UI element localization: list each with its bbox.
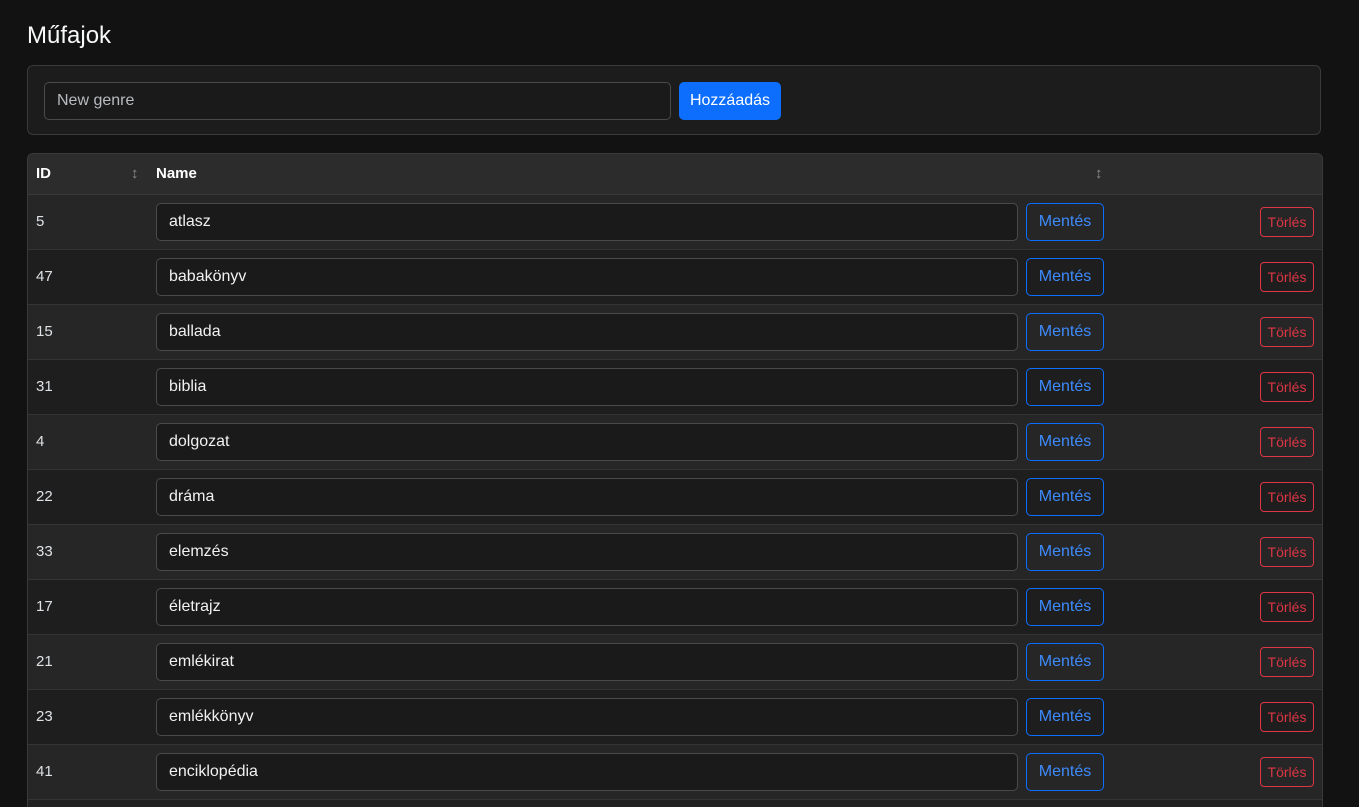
genres-page: Műfajok Hozzáadás ID ↕ Name ↕ 5 Mentés Tör…: [0, 0, 1359, 807]
genre-id: 5: [36, 213, 45, 230]
add-genre-button[interactable]: Hozzáadás: [679, 82, 781, 120]
genre-id: 47: [36, 268, 53, 285]
genre-name-input[interactable]: [156, 698, 1018, 736]
genre-id: 23: [36, 708, 53, 725]
save-button[interactable]: Mentés: [1026, 698, 1104, 736]
page-title: Műfajok: [27, 22, 112, 49]
save-button[interactable]: Mentés: [1026, 478, 1104, 516]
genre-name-input[interactable]: [156, 368, 1018, 406]
delete-button[interactable]: Törlés: [1260, 317, 1314, 347]
delete-button[interactable]: Törlés: [1260, 757, 1314, 787]
genre-id: 31: [36, 378, 53, 395]
genre-id: 17: [36, 598, 53, 615]
delete-button[interactable]: Törlés: [1260, 262, 1314, 292]
save-button[interactable]: Mentés: [1026, 258, 1104, 296]
genre-name-input[interactable]: [156, 753, 1018, 791]
table-header: ID ↕ Name ↕: [28, 154, 1322, 195]
genre-id: 4: [36, 433, 45, 450]
delete-button[interactable]: Törlés: [1260, 647, 1314, 677]
table-row: 21 Mentés Törlés: [28, 635, 1322, 690]
table-row: 22 Mentés Törlés: [28, 470, 1322, 525]
table-row: 41 Mentés Törlés: [28, 745, 1322, 800]
save-button[interactable]: Mentés: [1026, 313, 1104, 351]
genre-name-input[interactable]: [156, 423, 1018, 461]
genre-id: 41: [36, 763, 53, 780]
delete-button[interactable]: Törlés: [1260, 427, 1314, 457]
delete-button[interactable]: Törlés: [1260, 482, 1314, 512]
genre-name-input[interactable]: [156, 533, 1018, 571]
delete-button[interactable]: Törlés: [1260, 592, 1314, 622]
save-button[interactable]: Mentés: [1026, 643, 1104, 681]
column-header-id: ID: [36, 165, 51, 182]
table-row: 23 Mentés Törlés: [28, 690, 1322, 745]
genres-table: ID ↕ Name ↕ 5MentésTörlés47MentésTörlés1…: [27, 153, 1323, 807]
table-row: 31 Mentés Törlés: [28, 360, 1322, 415]
genre-name-input[interactable]: [156, 478, 1018, 516]
genre-id: 22: [36, 488, 53, 505]
sort-name-icon[interactable]: ↕: [1095, 154, 1103, 194]
save-button[interactable]: Mentés: [1026, 203, 1104, 241]
table-row: 4 Mentés Törlés: [28, 415, 1322, 470]
table-body: 5 Mentés Törlés 47 Mentés Törlés 15 Mentés Törlé…: [28, 195, 1322, 800]
table-row: 47 Mentés Törlés: [28, 250, 1322, 305]
new-genre-input[interactable]: [44, 82, 671, 120]
table-row: 15 Mentés Törlés: [28, 305, 1322, 360]
add-genre-card: Hozzáadás: [27, 65, 1321, 135]
table-row: 33 Mentés Törlés: [28, 525, 1322, 580]
genre-id: 33: [36, 543, 53, 560]
table-row: 17 Mentés Törlés: [28, 580, 1322, 635]
delete-button[interactable]: Törlés: [1260, 207, 1314, 237]
genre-name-input[interactable]: [156, 258, 1018, 296]
delete-button[interactable]: Törlés: [1260, 702, 1314, 732]
column-header-name: Name: [156, 165, 197, 182]
delete-button[interactable]: Törlés: [1260, 372, 1314, 402]
genre-id: 15: [36, 323, 53, 340]
save-button[interactable]: Mentés: [1026, 423, 1104, 461]
genre-name-input[interactable]: [156, 643, 1018, 681]
genre-id: 21: [36, 653, 53, 670]
save-button[interactable]: Mentés: [1026, 533, 1104, 571]
save-button[interactable]: Mentés: [1026, 588, 1104, 626]
genre-name-input[interactable]: [156, 588, 1018, 626]
delete-button[interactable]: Törlés: [1260, 537, 1314, 567]
genre-name-input[interactable]: [156, 313, 1018, 351]
save-button[interactable]: Mentés: [1026, 368, 1104, 406]
table-row: 5 Mentés Törlés: [28, 195, 1322, 250]
save-button[interactable]: Mentés: [1026, 753, 1104, 791]
genre-name-input[interactable]: [156, 203, 1018, 241]
sort-id-icon[interactable]: ↕: [131, 154, 139, 194]
